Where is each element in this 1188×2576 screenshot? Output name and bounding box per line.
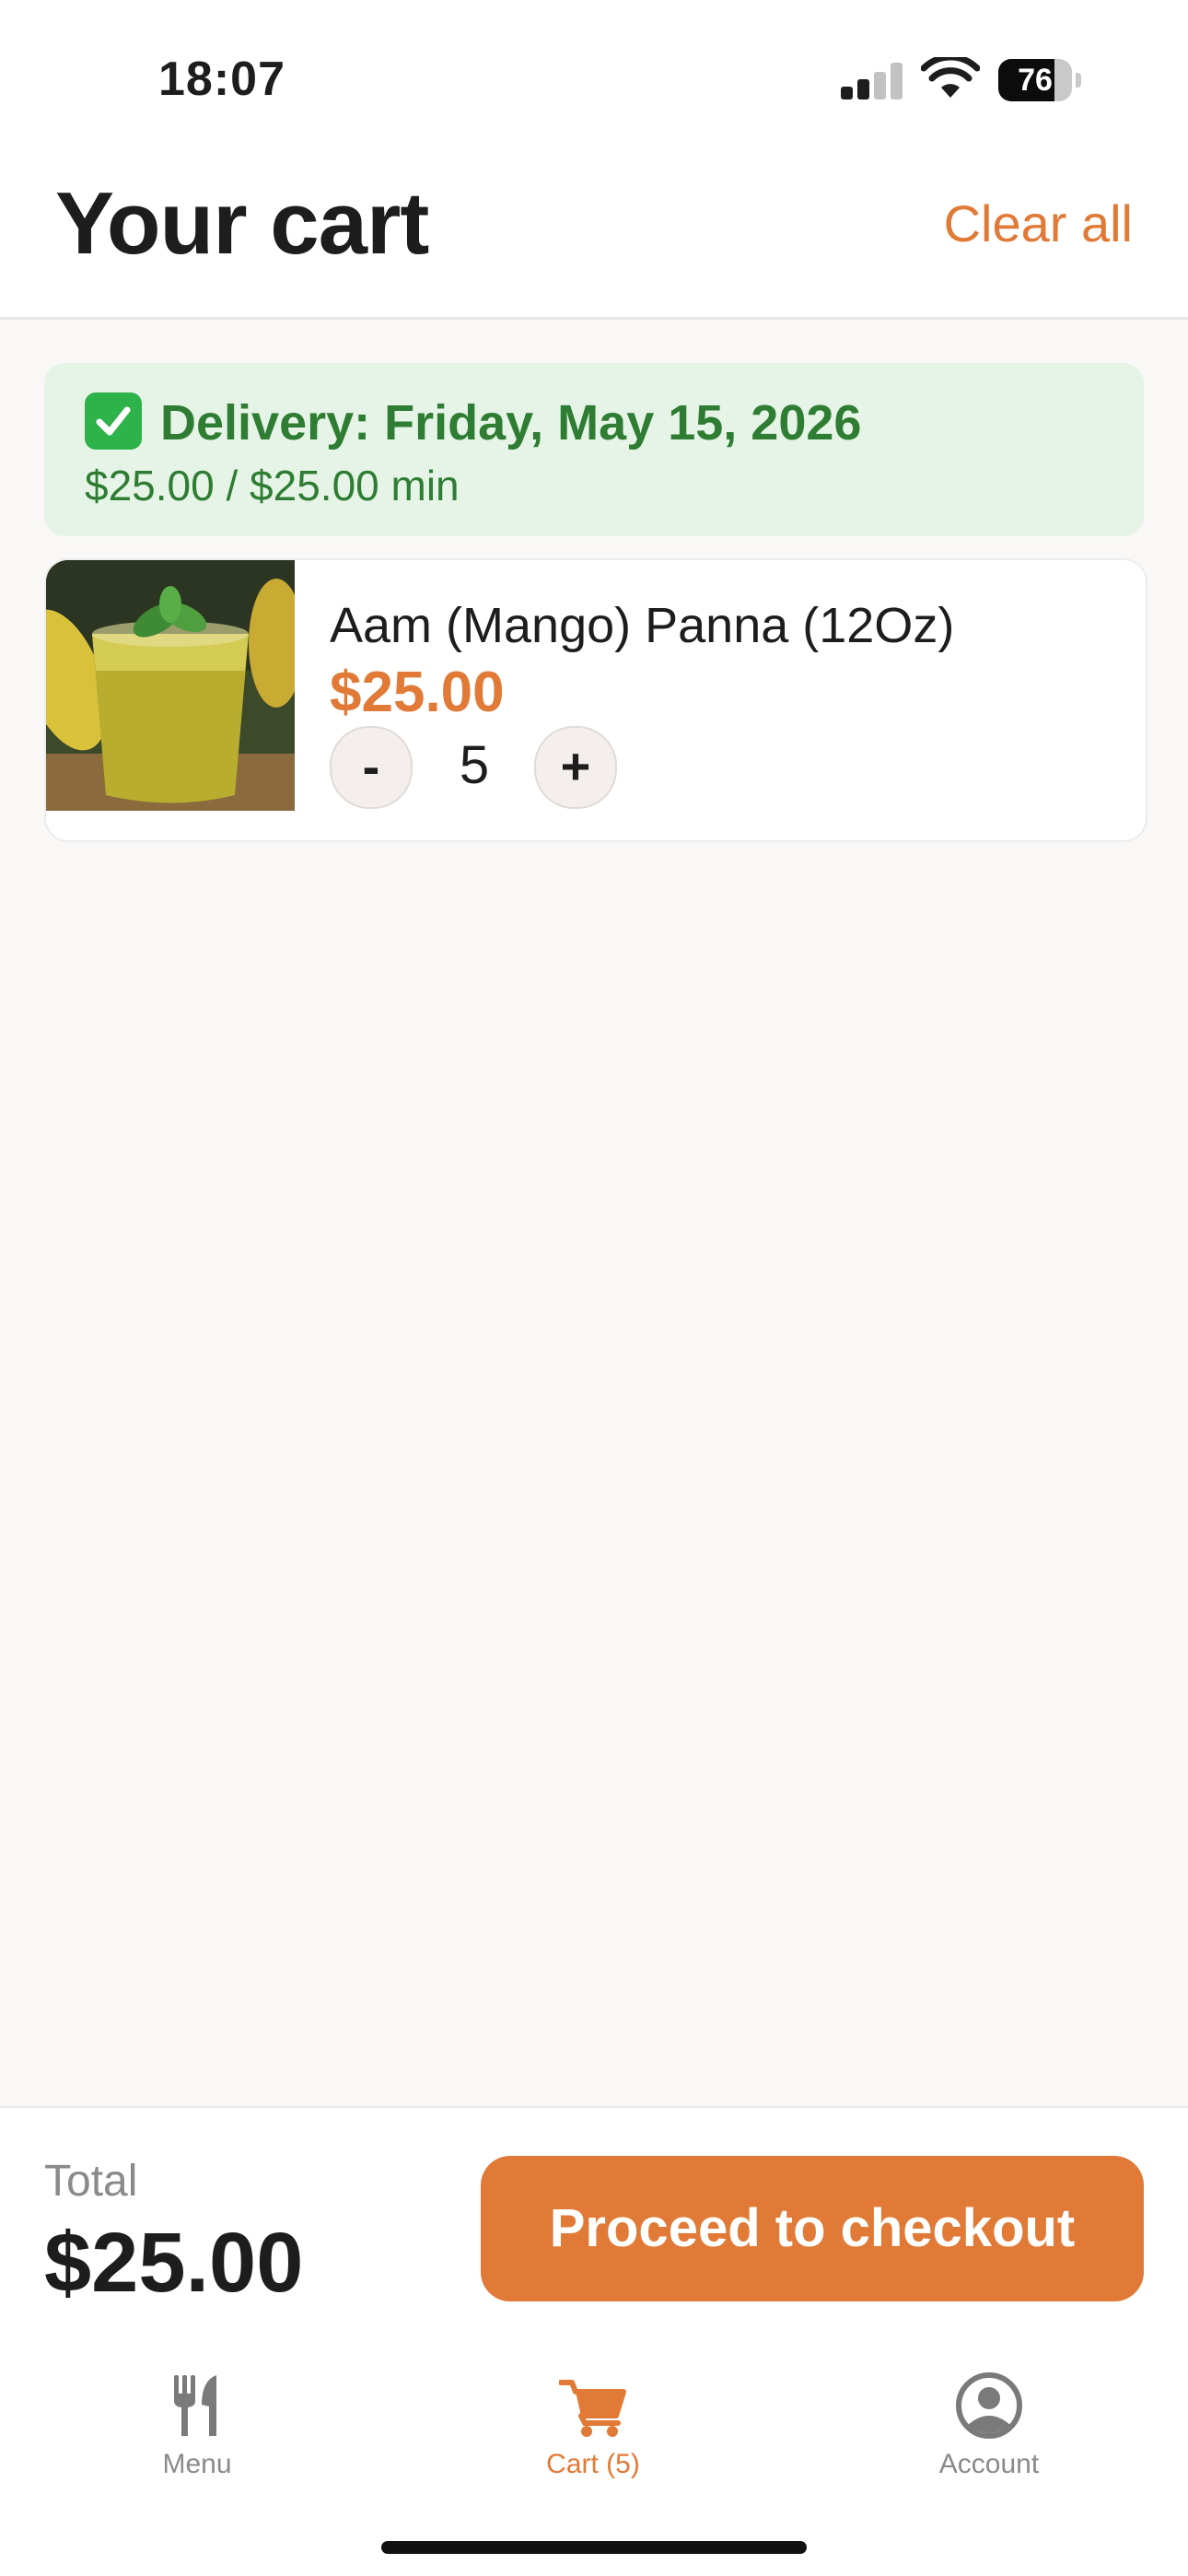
wifi-icon (921, 57, 980, 98)
tab-account[interactable]: Account (851, 2371, 1127, 2500)
cellular-signal-icon (841, 63, 903, 100)
page-title: Your cart (55, 174, 429, 273)
item-quantity: 5 (459, 735, 490, 795)
fork-knife-icon (174, 2375, 216, 2436)
home-indicator (381, 2541, 807, 2554)
cart-icon (559, 2380, 626, 2437)
battery-percent: 76 (1018, 63, 1053, 98)
tab-cart-label: Cart (5) (546, 2449, 640, 2479)
delivery-minimum: $25.00 / $25.00 min (85, 462, 460, 509)
item-name: Aam (Mango) Panna (12Oz) (330, 598, 955, 653)
total-label: Total (44, 2157, 138, 2206)
clear-all-button[interactable]: Clear all (944, 193, 1133, 253)
decrease-quantity-button[interactable]: - (330, 726, 413, 809)
delivery-banner: Delivery: Friday, May 15, 2026 $25.00 / … (44, 363, 1144, 536)
delivery-date: Delivery: Friday, May 15, 2026 (160, 395, 862, 451)
status-time: 18:07 (158, 53, 285, 106)
item-price: $25.00 (330, 661, 505, 724)
account-icon (956, 2372, 1022, 2439)
check-mark-icon (85, 392, 142, 450)
header-area: 18:07 76 Your cart Clear all (0, 0, 1188, 320)
item-thumbnail (46, 560, 295, 811)
tab-cart[interactable]: Cart (5) (455, 2371, 731, 2500)
checkout-button[interactable]: Proceed to checkout (481, 2156, 1144, 2301)
checkout-bar: Total $25.00 Proceed to checkout (0, 2106, 1188, 2353)
increase-quantity-button[interactable]: + (534, 726, 617, 809)
tab-account-label: Account (938, 2449, 1040, 2479)
tab-menu-label: Menu (162, 2449, 232, 2479)
total-amount: $25.00 (44, 2216, 304, 2310)
tab-menu[interactable]: Menu (59, 2371, 335, 2500)
battery-icon: 76 (998, 59, 1081, 101)
cart-item: Aam (Mango) Panna (12Oz) $25.00 - 5 + (44, 558, 1147, 842)
